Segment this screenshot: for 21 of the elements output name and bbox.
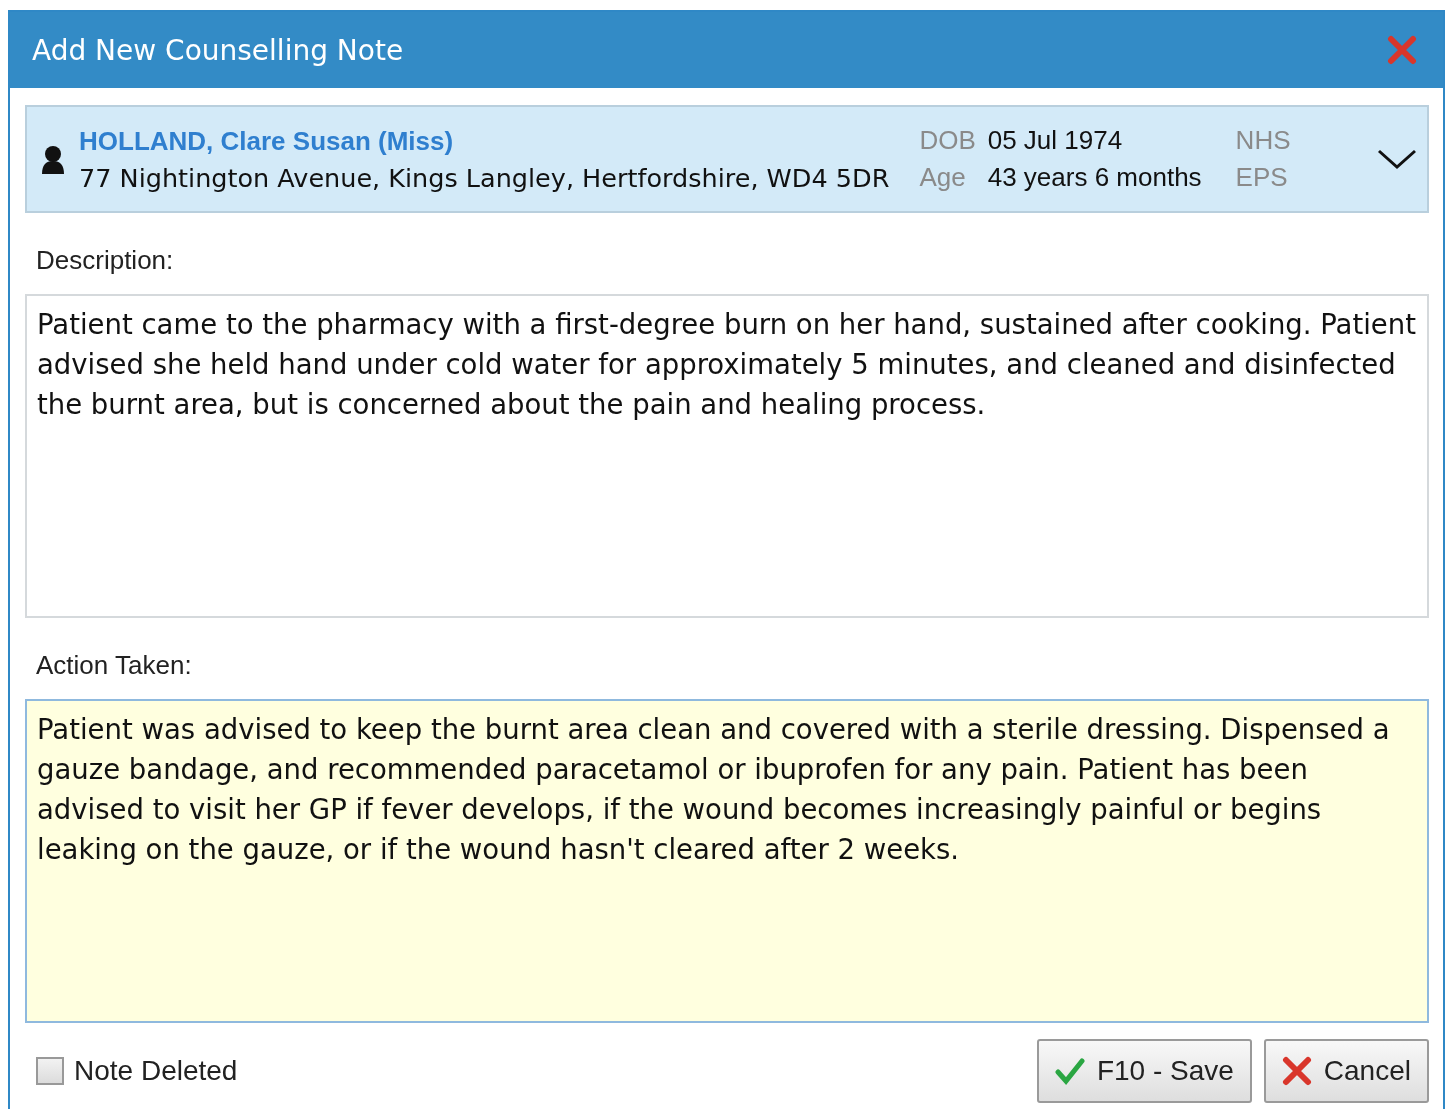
- action-taken-label: Action Taken:: [36, 650, 193, 681]
- window-title: Add New Counselling Note: [32, 33, 404, 67]
- close-icon[interactable]: [1387, 35, 1417, 65]
- eps-label: EPS: [1235, 162, 1289, 193]
- description-label: Description:: [36, 245, 175, 276]
- save-button[interactable]: F10 - Save: [1036, 1039, 1252, 1103]
- chevron-down-icon[interactable]: [1377, 148, 1417, 170]
- patient-address: 77 Nightington Avenue, Kings Langley, Hertfordshire, WD4 5DR: [79, 162, 890, 193]
- cancel-button[interactable]: Cancel: [1263, 1039, 1429, 1103]
- age-value: 43 years 6 months: [987, 162, 1202, 193]
- action-taken-field[interactable]: Patient was advised to keep the burnt area clean and covered with a sterile dressing. Dispensed a gauze bandage, and recommended paracetamol or ibuprofen for any pain. Patient has been advised to visit her GP if fever develops, if the wound becomes increasingly painful or begins leaking on the gauze, or if the wound hasn't cleared after 2 weeks.: [25, 699, 1429, 1023]
- age-label: Age: [919, 162, 967, 193]
- person-icon: [41, 144, 65, 174]
- checkbox[interactable]: [36, 1057, 64, 1085]
- dob-label: DOB: [919, 125, 976, 156]
- description-field[interactable]: Patient came to the pharmacy with a first-degree burn on her hand, sustained after cooking. Patient advised she held hand under cold water for approximately 5 minutes, and cleaned and disinfected the burnt area, but is concerned about the pain and healing process.: [25, 294, 1429, 618]
- cross-icon: [1281, 1056, 1312, 1086]
- dob-value: 05 Jul 1974: [987, 125, 1124, 156]
- nhs-label: NHS: [1235, 125, 1291, 156]
- note-deleted-label[interactable]: Note Deleted: [74, 1055, 238, 1087]
- checkmark-icon: [1054, 1056, 1085, 1086]
